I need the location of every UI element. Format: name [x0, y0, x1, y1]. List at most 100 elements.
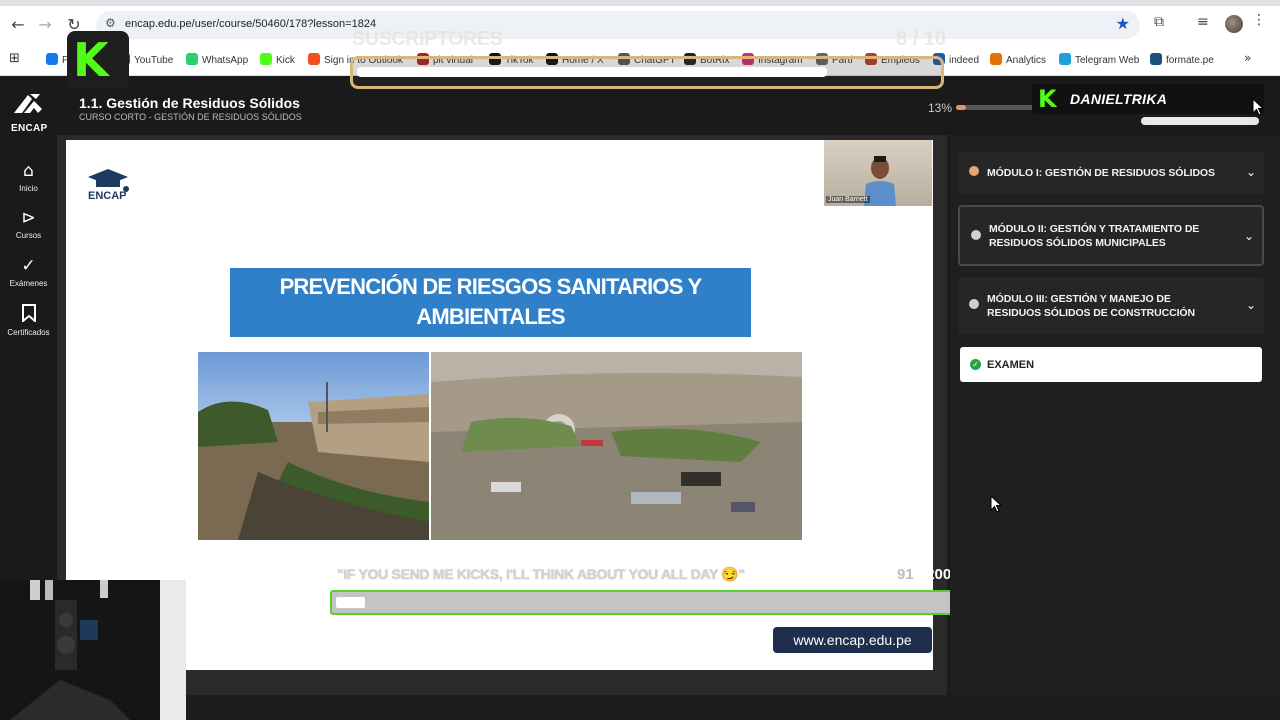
streamer-cam-overlay	[0, 580, 186, 720]
bm-icon-2	[186, 53, 198, 65]
bookmark-label: WhatsApp	[202, 55, 249, 66]
module-status-icon	[971, 230, 981, 240]
bm-icon-3	[260, 53, 272, 65]
mouse-cursor-icon	[990, 495, 1002, 513]
subs-goal-label: SUSCRIPTORES	[352, 28, 503, 50]
module-2[interactable]: MÓDULO II: GESTIÓN Y TRATAMIENTO DE RESI…	[958, 205, 1264, 266]
subs-current: 8	[896, 28, 908, 50]
menu-icon[interactable]: ⋮	[1252, 12, 1266, 28]
module-status-done-icon	[969, 166, 979, 176]
kick-goal-fill	[336, 597, 366, 608]
bookmark-15[interactable]: Telegram Web	[1059, 53, 1139, 66]
exam-check-icon: ✓	[970, 359, 981, 370]
sidebar-item-label: Certificados	[7, 328, 50, 337]
bookmark-3[interactable]: Kick	[260, 53, 295, 66]
bookmark-label: Kick	[276, 55, 295, 66]
presenter-webcam: Juan Barnett	[824, 140, 932, 206]
bm-icon-0	[46, 53, 58, 65]
bookmark-label: formate.pe	[1166, 55, 1214, 66]
streamer-tag: K DANIELTRIKA	[1032, 84, 1264, 114]
kick-goal-message: "IF YOU SEND ME KICKS, I'LL THINK ABOUT …	[337, 566, 745, 582]
presenter-name: Juan Barnett	[826, 196, 870, 203]
streamer-name: DANIELTRIKA	[1070, 91, 1168, 107]
bookmark-icon	[0, 304, 57, 326]
sidebar-item-label: Cursos	[15, 231, 42, 240]
sidebar-item-label: Exámenes	[9, 279, 48, 288]
more-bookmarks-icon[interactable]: »	[1244, 51, 1251, 65]
page-title: 1.1. Gestión de Residuos Sólidos	[79, 95, 300, 111]
progress-bar	[956, 105, 1036, 110]
subs-goal: / 10	[912, 28, 947, 50]
bm-icon-14	[990, 53, 1002, 65]
header-button[interactable]	[1141, 117, 1259, 125]
bookmark-label: indeed	[949, 55, 980, 66]
module-title: MÓDULO III: GESTIÓN Y MANEJO DE RESIDUOS…	[987, 293, 1195, 319]
encap-logo[interactable]: ENCAP	[0, 77, 57, 135]
dump-photo-art	[431, 352, 802, 540]
home-icon: ⌂	[23, 161, 34, 181]
subs-goal-counter: 8 / 10	[896, 28, 946, 51]
module-1[interactable]: MÓDULO I: GESTIÓN DE RESIDUOS SÓLIDOS ⌄	[958, 152, 1264, 194]
sidebar-item-examenes[interactable]: ✓ Exámenes	[0, 255, 57, 288]
slide-photo-dump	[431, 352, 802, 540]
page-subtitle: CURSO CORTO - GESTIÓN DE RESIDUOS SÓLIDO…	[79, 112, 302, 122]
kick-logo-small-icon: K	[1038, 85, 1057, 113]
bookmark-star-icon[interactable]: ★	[1116, 14, 1130, 33]
bookmark-16[interactable]: formate.pe	[1150, 53, 1214, 66]
tab-strip	[0, 0, 1280, 6]
bm-icon-4	[308, 53, 320, 65]
kick-k-glyph: K	[73, 33, 109, 87]
forward-icon[interactable]: →	[34, 14, 56, 36]
chevron-down-icon[interactable]: ⌄	[1244, 229, 1254, 243]
kick-goal-bar	[330, 590, 974, 615]
street-photo-art	[198, 382, 429, 540]
url-text: encap.edu.pe/user/course/50460/178?lesso…	[125, 18, 377, 30]
subs-goal-fill	[357, 67, 828, 77]
exam-item[interactable]: ✓ EXAMEN	[960, 347, 1262, 382]
bookmark-2[interactable]: WhatsApp	[186, 53, 248, 66]
progress-percentage: 13%	[928, 101, 953, 115]
bookmark-label: Analytics	[1006, 55, 1047, 66]
sidebar-item-cursos[interactable]: ⊳ Cursos	[0, 207, 57, 240]
encap-logo-icon	[14, 94, 42, 113]
module-title: MÓDULO II: GESTIÓN Y TRATAMIENTO DE RESI…	[989, 223, 1200, 249]
bookmark-shape	[21, 304, 36, 324]
bookmark-0[interactable]: F	[46, 53, 68, 66]
back-icon[interactable]: ←	[7, 14, 29, 36]
check-icon: ✓	[21, 256, 36, 276]
slide-banner: PREVENCIÓN DE RIESGOS SANITARIOS Y AMBIE…	[230, 268, 751, 337]
module-title: MÓDULO I: GESTIÓN DE RESIDUOS SÓLIDOS	[987, 167, 1215, 179]
banner-line-1: PREVENCIÓN DE RIESGOS SANITARIOS Y	[279, 274, 703, 299]
play-circle-icon: ⊳	[21, 208, 36, 228]
subs-goal-bar	[350, 56, 944, 89]
cam-room-art	[0, 580, 186, 720]
bookmark-label: Telegram Web	[1075, 55, 1140, 66]
sidebar-item-certificados[interactable]: Certificados	[0, 304, 57, 337]
extensions-icon[interactable]: ⧉	[1154, 14, 1164, 30]
bm-icon-16	[1150, 53, 1162, 65]
sidebar-item-inicio[interactable]: ⌂ Inicio	[0, 160, 57, 193]
website-link[interactable]: www.encap.edu.pe	[773, 627, 932, 653]
chevron-down-icon[interactable]: ⌄	[1246, 165, 1256, 179]
banner-line-2: AMBIENTALES	[416, 304, 565, 329]
kick-current: 91	[897, 566, 914, 583]
apps-grid-icon[interactable]: ⊞	[9, 51, 20, 66]
progress-fill	[956, 105, 967, 110]
logo-text: ENCAP	[11, 123, 48, 134]
sidebar-item-label: Inicio	[19, 184, 38, 193]
site-info-icon[interactable]: ⚙	[105, 16, 116, 30]
media-icon[interactable]: ≡	[1197, 14, 1209, 30]
address-bar[interactable]: ⚙ encap.edu.pe/user/course/50460/178?les…	[96, 11, 1140, 39]
chevron-down-icon[interactable]: ⌄	[1246, 298, 1256, 312]
slide-photo-street	[198, 352, 429, 540]
mouse-cursor-icon	[1252, 98, 1264, 116]
profile-avatar[interactable]	[1225, 15, 1243, 33]
bookmark-14[interactable]: Analytics	[990, 53, 1046, 66]
slide-logo-text: ENCAP	[88, 190, 127, 202]
exam-label: EXAMEN	[987, 359, 1035, 371]
bookmark-label: YouTube	[134, 55, 174, 66]
kick-logo-icon: K	[67, 31, 129, 89]
module-status-icon	[969, 299, 979, 309]
bm-icon-15	[1059, 53, 1071, 65]
module-3[interactable]: MÓDULO III: GESTIÓN Y MANEJO DE RESIDUOS…	[958, 277, 1264, 334]
